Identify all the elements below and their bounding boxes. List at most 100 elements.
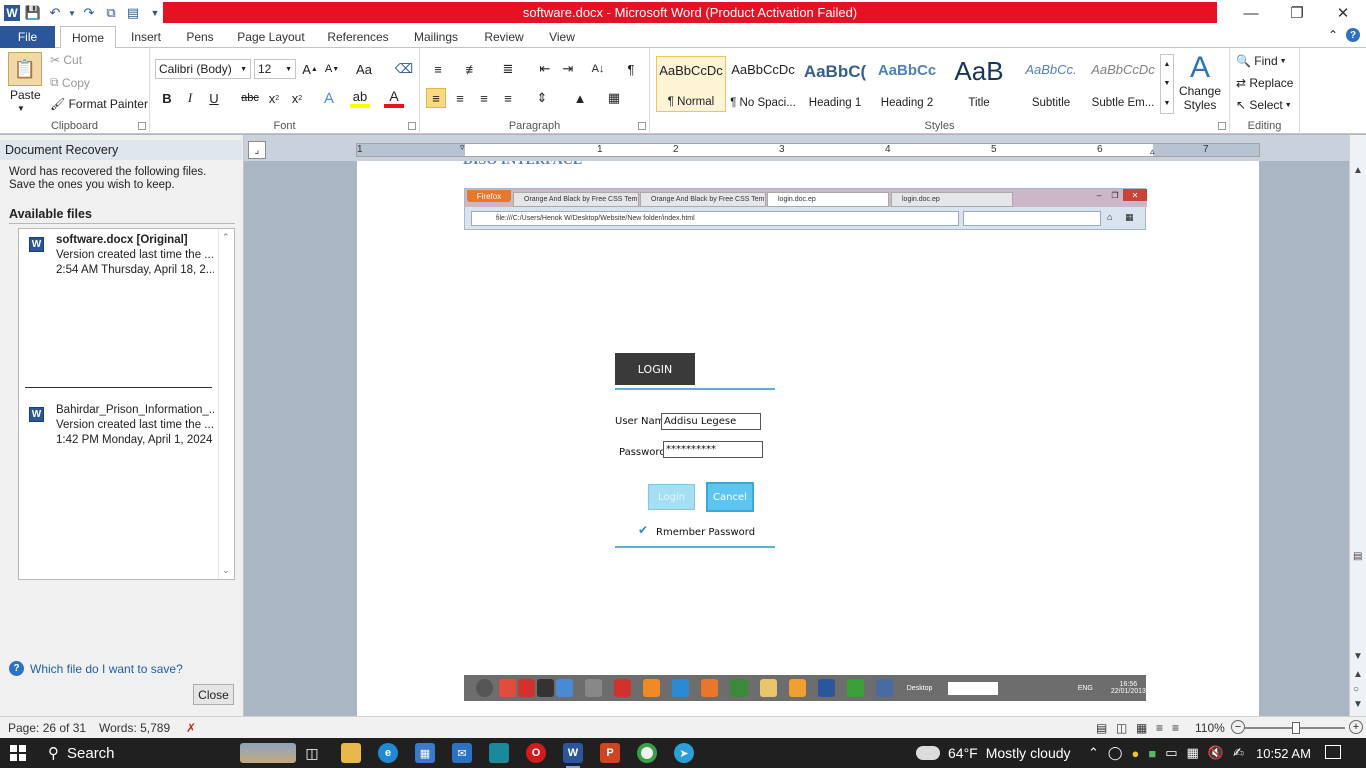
paragraph-launcher-icon[interactable] [638,122,646,130]
restore-button[interactable]: ❐ [1274,0,1320,26]
multilevel-list-icon[interactable]: ≣ [498,59,518,79]
app-icon[interactable] [489,743,509,763]
word-taskbar-icon[interactable]: W [563,743,583,768]
undo-icon[interactable]: ↶ [46,4,64,22]
select-browse-object-icon[interactable]: ○ [1353,684,1359,695]
file-list-scrollbar[interactable]: ⌃ ⌄ [218,229,234,579]
opera-icon[interactable]: O [526,743,546,763]
show-formatting-icon[interactable]: ¶ [621,59,641,79]
paste-button[interactable]: Paste [10,88,41,102]
previous-page-icon[interactable]: ▲ [1353,669,1363,680]
taskbar-search[interactable]: ⚲ Search [38,738,115,768]
justify-icon[interactable]: ≡ [498,88,518,108]
tab-pens[interactable]: Pens [182,26,218,48]
collapse-ribbon-icon[interactable]: ⌃ [1328,28,1338,42]
styles-launcher-icon[interactable] [1218,122,1226,130]
font-size-dropdown[interactable]: 12 ▼ [254,59,296,79]
align-left-icon[interactable]: ≡ [426,88,446,108]
customize-qat-icon[interactable]: ▼ [146,4,164,22]
shading-icon[interactable]: ▲ [570,88,590,108]
font-name-dropdown[interactable]: Calibri (Body) ▼ [155,59,251,79]
draft-icon[interactable]: ≡ [1172,721,1179,735]
format-painter-button[interactable]: 🖌 Format Painter [50,97,148,111]
app-tray-icon[interactable]: ■ [1148,746,1156,761]
undo-dropdown-icon[interactable]: ▼ [68,4,76,22]
taskbar-clock[interactable]: 10:52 AM [1256,738,1311,768]
style-no-spacing[interactable]: AaBbCcDc ¶ No Spaci... [728,56,798,112]
telegram-icon[interactable]: ➤ [674,743,694,763]
recovered-file-item[interactable]: W Bahirdar_Prison_Information_... Versio… [29,403,214,448]
font-launcher-icon[interactable] [408,122,416,130]
subscript-icon[interactable]: x2 [264,88,284,108]
clipboard-launcher-icon[interactable] [138,122,146,130]
edge-icon[interactable]: e [378,743,398,763]
help-icon[interactable]: ? [1346,28,1360,42]
volume-muted-icon[interactable]: 🔇 [1208,745,1224,761]
tab-insert[interactable]: Insert [125,26,167,48]
paste-icon[interactable]: 📋 [8,52,42,86]
change-styles-button[interactable]: A Change Styles [1178,52,1222,113]
style-heading-2[interactable]: AaBbCc Heading 2 [872,56,942,112]
zoom-in-icon[interactable]: + [1349,720,1363,734]
zoom-level[interactable]: 110% [1195,721,1225,735]
proofing-icon[interactable]: ✗ [186,721,196,735]
close-pane-button[interactable]: Close [193,684,234,705]
zoom-slider-thumb[interactable] [1292,722,1301,734]
font-color-icon[interactable]: A [384,88,404,108]
right-indent-icon[interactable]: ▵ [1150,146,1155,157]
tab-references[interactable]: References [324,26,392,48]
style-heading-1[interactable]: AaBbC( Heading 1 [800,56,870,112]
chrome-icon[interactable] [637,743,657,763]
powerpoint-icon[interactable]: P [600,743,620,763]
page-count[interactable]: Page: 26 of 31 [8,721,86,735]
next-page-icon[interactable]: ▼ [1353,699,1363,710]
borders-icon[interactable]: ▦ [604,88,624,108]
notifications-icon[interactable] [1325,745,1341,759]
select-button[interactable]: ↖ Select ▼ [1236,98,1292,112]
align-center-icon[interactable]: ≡ [450,88,470,108]
chevron-up-icon[interactable]: ▲ [1164,61,1171,68]
recovered-file-item[interactable]: W software.docx [Original] Version creat… [29,233,214,278]
which-file-link[interactable]: ? Which file do I want to save? [9,661,183,676]
meet-now-icon[interactable]: ◯ [1108,745,1123,761]
tab-page-layout[interactable]: Page Layout [232,26,310,48]
cut-button[interactable]: ✂ Cut [50,53,82,67]
more-styles-icon[interactable]: ▼ [1164,100,1171,107]
word-logo-icon[interactable]: W [4,5,20,21]
find-button[interactable]: 🔍 Find ▼ [1236,54,1287,68]
replace-button[interactable]: ⇄ Replace [1236,76,1293,90]
search-highlight-image[interactable] [240,743,296,763]
strikethrough-icon[interactable]: abc [240,88,260,108]
chevron-up-icon[interactable]: ⌃ [222,232,230,243]
numbering-icon[interactable]: ≢ [462,59,482,79]
battery-icon[interactable]: ▭ [1165,745,1177,761]
outline-icon[interactable]: ≡ [1156,721,1163,735]
highlight-icon[interactable]: ab [350,88,370,108]
change-case-icon[interactable]: Aa [354,59,374,79]
scroll-up-icon[interactable]: ▲ [1353,165,1363,176]
tab-selector[interactable]: ⌟ [248,141,266,159]
tab-home[interactable]: Home [60,26,116,49]
full-screen-reading-icon[interactable]: ◫ [1116,721,1127,735]
scroll-down-icon[interactable]: ▼ [1353,651,1363,662]
chevron-down-icon[interactable]: ▼ [1164,80,1171,87]
align-right-icon[interactable]: ≡ [474,88,494,108]
redo-icon[interactable]: ↷ [80,4,98,22]
grow-font-icon[interactable]: A ▲ [300,59,320,79]
close-window-button[interactable]: ✕ [1320,0,1366,26]
file-explorer-icon[interactable] [341,743,361,763]
scroll-thumb[interactable]: ▤ [1353,551,1362,562]
network-icon[interactable]: ▦ [1186,745,1198,761]
style-title[interactable]: AaB Title [944,56,1014,112]
bold-icon[interactable]: B [157,88,177,108]
document-page[interactable]: DISO INTERFACE Firefox Orange And Black … [357,161,1259,716]
print-layout-icon[interactable]: ▤ [1096,721,1107,735]
increase-indent-icon[interactable]: ⇥ [558,59,578,79]
paste-dropdown-icon[interactable]: ▼ [17,104,25,113]
weather-widget[interactable]: 64°F Mostly cloudy [914,738,1071,768]
line-spacing-icon[interactable]: ⇕ [532,88,552,108]
indent-marker-icon[interactable]: ▿ [460,142,465,153]
italic-icon[interactable]: I [180,88,200,108]
chevron-down-icon[interactable]: ⌄ [222,565,230,576]
horizontal-ruler[interactable]: 1 1 2 3 4 5 6 7 ▿ ▵ [356,142,1260,157]
